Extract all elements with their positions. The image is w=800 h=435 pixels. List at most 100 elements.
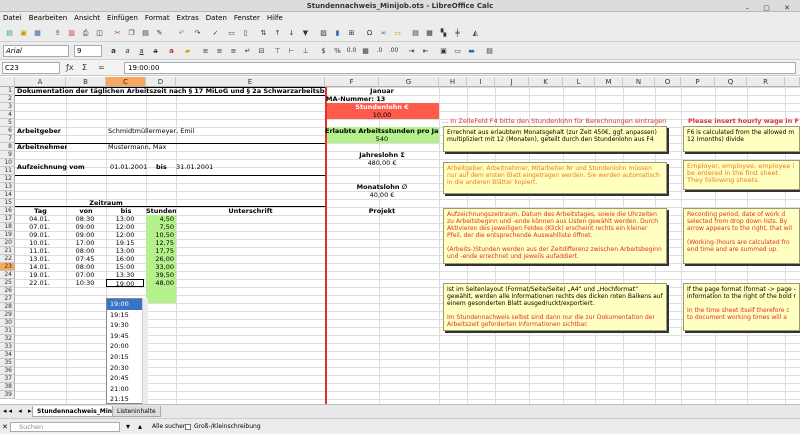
find-input[interactable]: Suchen <box>10 422 120 432</box>
formula-input[interactable]: 19:00:00 <box>124 62 796 74</box>
monatslohn-value[interactable]: 40,00 € <box>325 191 439 199</box>
function-wizard-icon[interactable]: ƒx <box>66 63 74 73</box>
name-box[interactable]: C23 <box>2 62 60 74</box>
row-header[interactable]: 26 <box>0 287 15 295</box>
col-header-l[interactable]: L <box>563 77 595 87</box>
col-header-n[interactable]: N <box>623 77 655 87</box>
row-header[interactable]: 18 <box>0 223 15 231</box>
freeze-icon[interactable]: ▚ <box>438 28 449 38</box>
entry-stunden[interactable]: 17,75 <box>146 247 174 255</box>
dropdown-scrollbar[interactable] <box>142 298 148 404</box>
close-find-icon[interactable]: ✕ <box>2 419 8 435</box>
entry-stunden[interactable]: 33,00 <box>146 263 174 271</box>
entry-tag[interactable]: 10.01. <box>15 239 64 247</box>
entry-von[interactable]: 10:30 <box>66 279 104 287</box>
special-char-icon[interactable]: Ω <box>364 28 375 38</box>
align-middle-icon[interactable]: ⊢ <box>286 46 297 56</box>
row-header[interactable]: 35 <box>0 359 15 367</box>
row-header[interactable]: 20 <box>0 239 15 247</box>
ma-nummer[interactable]: MA-Nummer: 13 <box>326 95 439 103</box>
entry-tag[interactable]: 11.01. <box>15 247 64 255</box>
entry-stunden[interactable]: 7,50 <box>146 223 174 231</box>
row-header[interactable]: 39 <box>0 391 15 399</box>
entry-bis[interactable]: 12:00 <box>106 231 144 239</box>
dropdown-option[interactable]: 19:45 <box>107 331 147 342</box>
font-color-icon[interactable]: a <box>166 46 177 56</box>
note-seitenlayout[interactable]: Ist im Seitenlayout (Format/Seite/Seite)… <box>443 283 667 331</box>
dropdown-option[interactable]: 21:00 <box>107 384 147 395</box>
row-header[interactable]: 7 <box>0 135 15 143</box>
highlight-icon[interactable]: ▰ <box>182 46 193 56</box>
entry-bis[interactable]: 19:15 <box>106 239 144 247</box>
find-all-button[interactable]: Alle suchen <box>152 419 187 435</box>
save-icon[interactable]: ▦ <box>32 28 43 38</box>
en-note-employer[interactable]: Employer, employee, employee i be entere… <box>683 160 800 190</box>
row-header[interactable]: 19 <box>0 231 15 239</box>
find-prev-icon[interactable]: ▾ <box>126 419 130 435</box>
menu-bearbeiten[interactable]: Bearbeiten <box>29 14 67 22</box>
entry-von[interactable]: 07:00 <box>66 271 104 279</box>
row-icon[interactable]: ▭ <box>226 28 237 38</box>
row-header[interactable]: 5 <box>0 119 15 127</box>
entry-tag[interactable]: 07.01. <box>15 223 64 231</box>
row-header[interactable]: 31 <box>0 327 15 335</box>
font-name-combo[interactable]: Arial <box>3 45 69 57</box>
row-header[interactable]: 37 <box>0 375 15 383</box>
month-label[interactable]: Januar <box>325 87 439 95</box>
percent-icon[interactable]: % <box>332 46 343 56</box>
pivot-icon[interactable]: ⊞ <box>346 28 357 38</box>
align-top-icon[interactable]: ⊤ <box>272 46 283 56</box>
define-print-icon[interactable]: ▦ <box>424 28 435 38</box>
row-header[interactable]: 12 <box>0 175 15 183</box>
redo-icon[interactable]: ↷ <box>192 28 203 38</box>
menu-ansicht[interactable]: Ansicht <box>74 14 100 22</box>
menu-extras[interactable]: Extras <box>177 14 199 22</box>
align-bottom-icon[interactable]: ⊥ <box>300 46 311 56</box>
entry-stunden[interactable]: 4,50 <box>146 215 174 223</box>
entry-bis[interactable]: 15:00 <box>106 263 144 271</box>
export-icon[interactable]: ⇪ <box>52 28 63 38</box>
bold-icon[interactable]: a <box>108 46 119 56</box>
entry-bis[interactable]: 13:00 <box>106 247 144 255</box>
arbeitnehmer-value[interactable]: Mustermann, Max <box>108 143 208 151</box>
row-header[interactable]: 24 <box>0 271 15 279</box>
dropdown-option[interactable]: 19:15 <box>107 310 147 321</box>
row-header[interactable]: 32 <box>0 335 15 343</box>
row-header[interactable]: 30 <box>0 319 15 327</box>
border-style-icon[interactable]: ▭ <box>452 46 463 56</box>
hyperlink-icon[interactable]: ∞ <box>378 28 389 38</box>
entry-bis[interactable]: 13:00 <box>106 215 144 223</box>
borders-icon[interactable]: ▣ <box>438 46 449 56</box>
print-icon[interactable]: ⎙ <box>80 28 91 38</box>
arbeitgeber-label[interactable]: Arbeitgeber <box>17 127 67 135</box>
col-header-d[interactable]: D <box>146 77 176 87</box>
en-note-recording[interactable]: Recording period, date of work d selecte… <box>683 208 800 264</box>
col-header-b[interactable]: B <box>66 77 106 87</box>
merge-icon[interactable]: ⊟ <box>256 46 267 56</box>
entry-bis[interactable]: 12:00 <box>106 223 144 231</box>
row-header[interactable]: 3 <box>0 103 15 111</box>
align-right-icon[interactable]: ≡ <box>228 46 239 56</box>
row-header[interactable]: 17 <box>0 215 15 223</box>
row-header[interactable]: 4 <box>0 111 15 119</box>
note-arbeitgeber[interactable]: Arbeitgeber, Arbeitnehmer, Mitarbeiter-N… <box>443 162 667 194</box>
col-header-p[interactable]: P <box>681 77 715 87</box>
row-header[interactable]: 11 <box>0 167 15 175</box>
entry-stunden[interactable]: 48,00 <box>146 279 174 287</box>
entry-von[interactable]: 08:00 <box>66 263 104 271</box>
clone-icon[interactable]: ✎ <box>154 28 165 38</box>
dropdown-option[interactable]: 20:45 <box>107 373 147 384</box>
dropdown-option[interactable]: 19:30 <box>107 320 147 331</box>
add-decimal-icon[interactable]: .0 <box>374 46 385 56</box>
entry-tag[interactable]: 09.01. <box>15 231 64 239</box>
number-format-icon[interactable]: 0.0 <box>346 46 357 56</box>
row-header[interactable]: 6 <box>0 127 15 135</box>
entry-stunden[interactable]: 12,75 <box>146 239 174 247</box>
preview-icon[interactable]: ◫ <box>94 28 105 38</box>
underline-icon[interactable]: a <box>136 46 147 56</box>
entry-stunden[interactable]: 10,50 <box>146 231 174 239</box>
entry-bis[interactable]: 19:00 <box>106 279 144 287</box>
col-header-q[interactable]: Q <box>715 77 747 87</box>
draw-icon[interactable]: ◭ <box>470 28 481 38</box>
entry-tag[interactable]: 14.01. <box>15 263 64 271</box>
